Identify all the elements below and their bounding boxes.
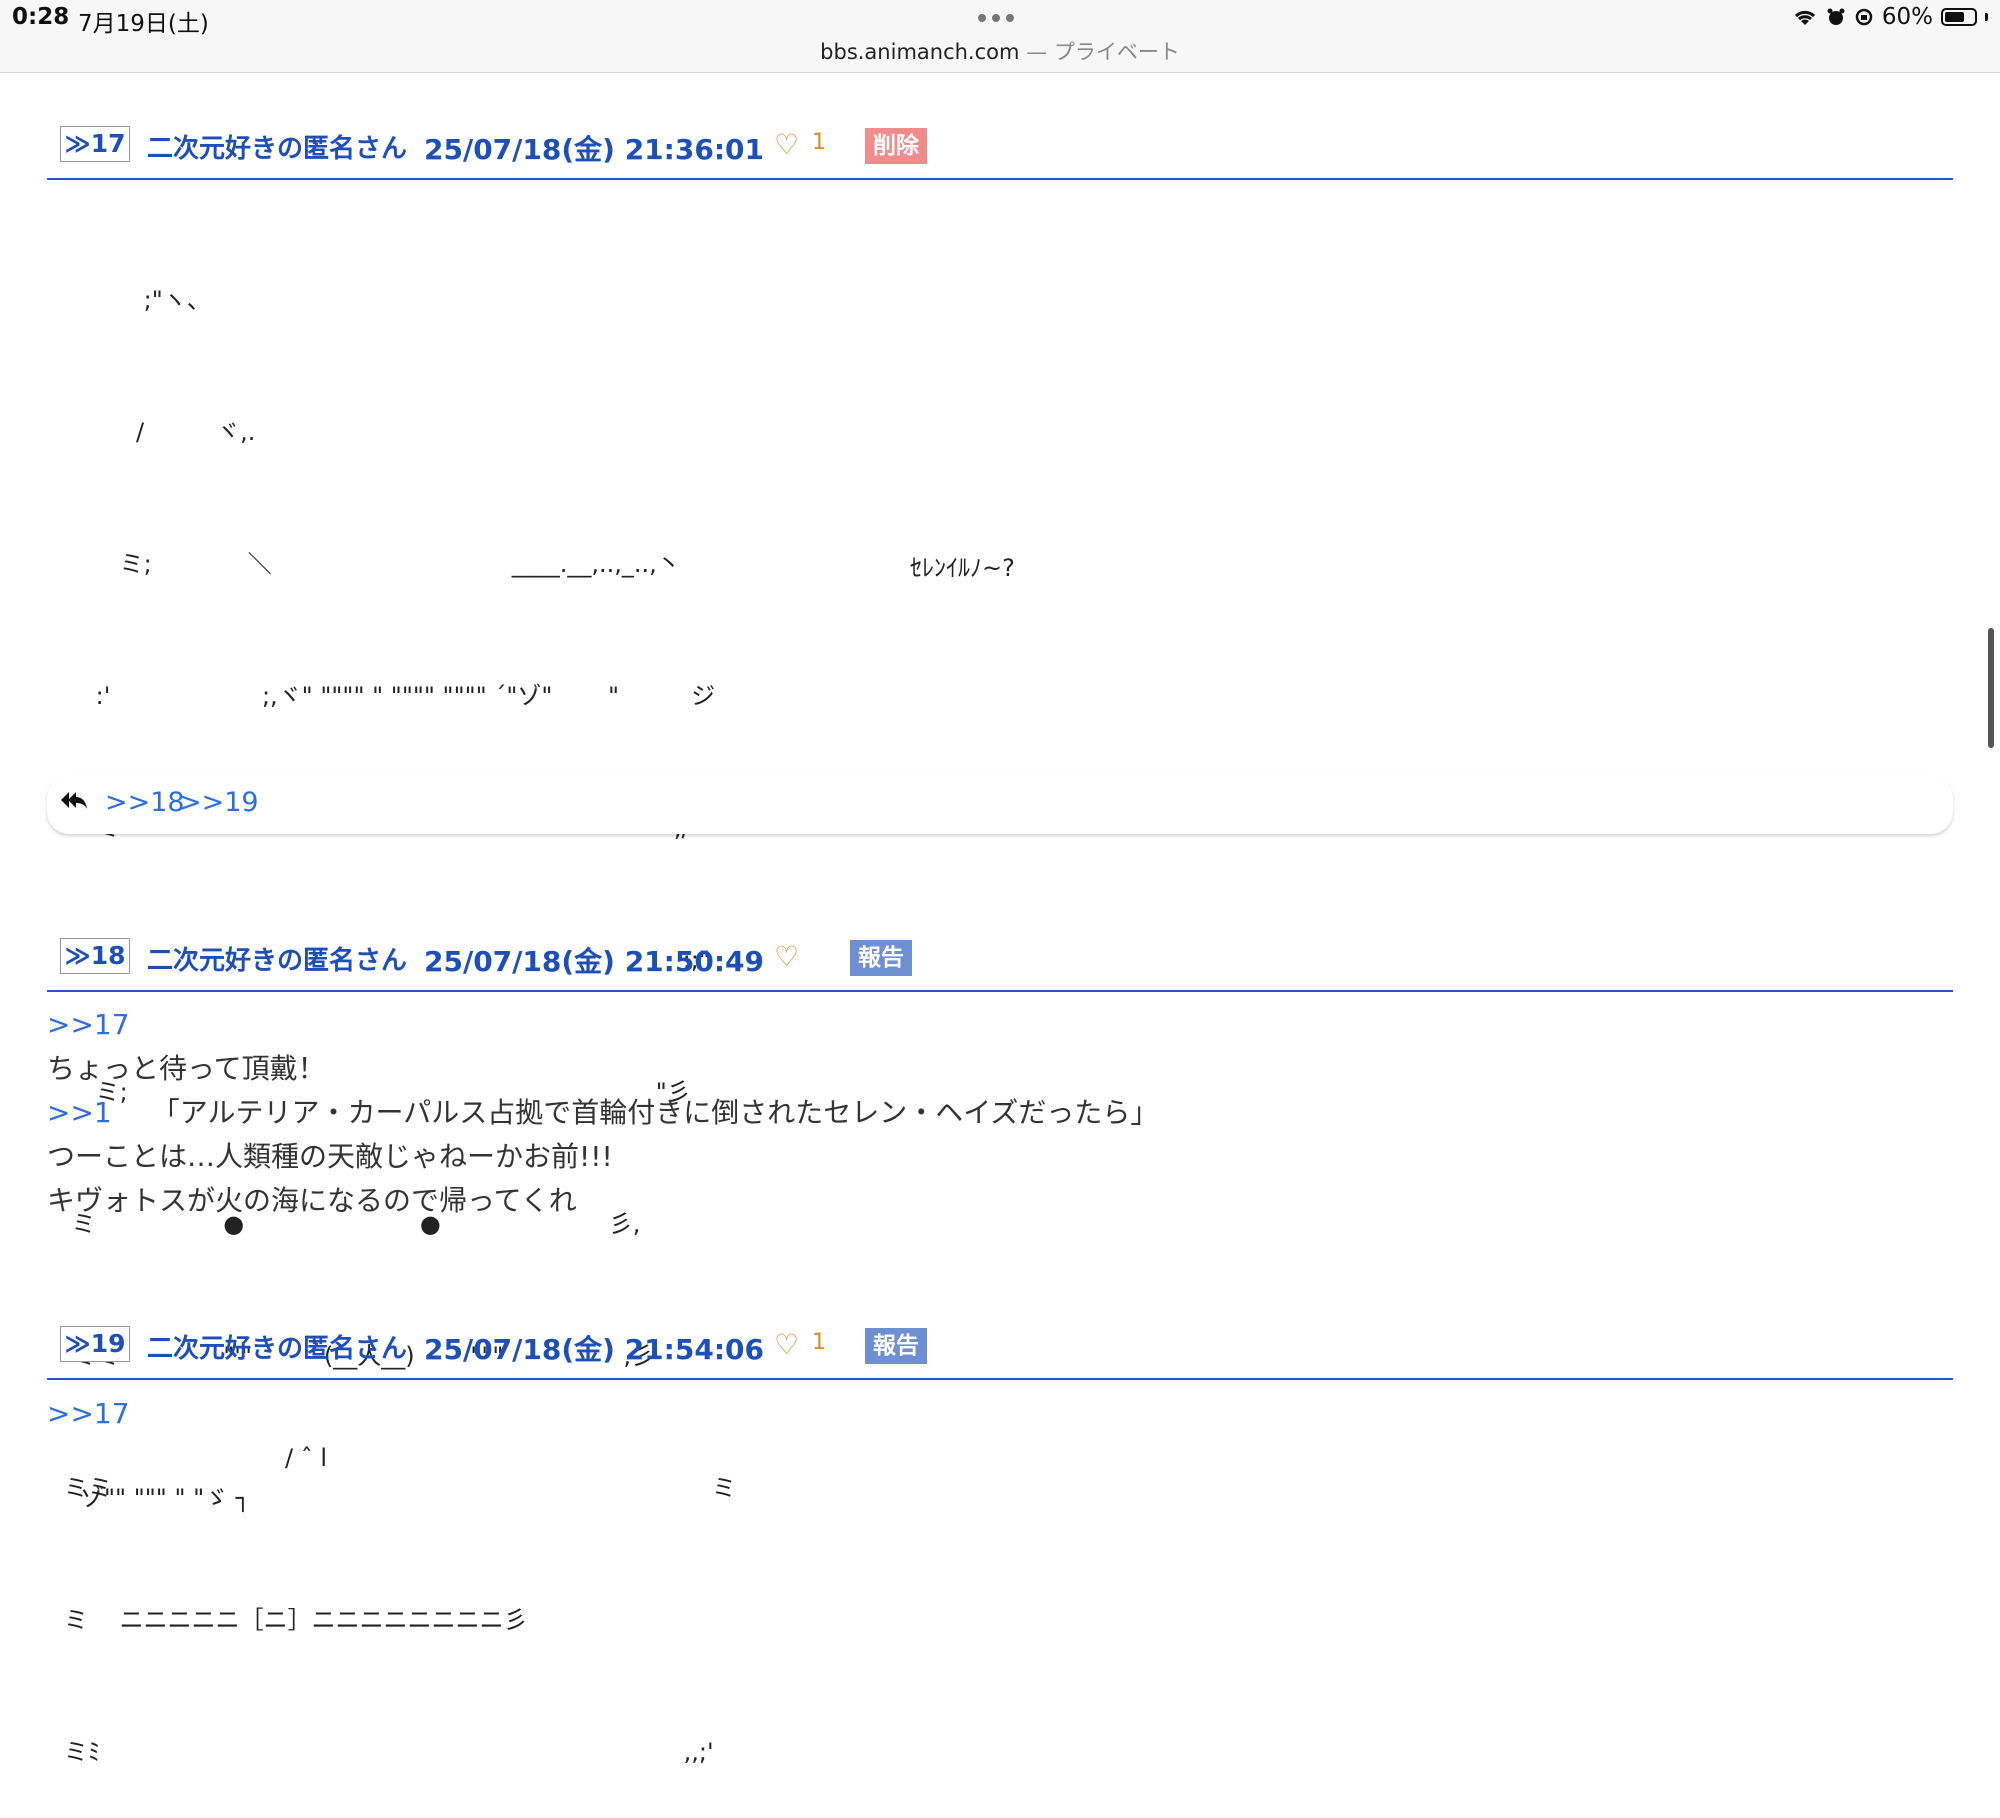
aa-line: :' ;,ヾ" """" " """" """" ´"ゾ" " ジ bbox=[64, 682, 716, 710]
more-dots-icon[interactable] bbox=[978, 14, 1014, 22]
aa-line: ミ ニニニニニ［ニ］ニニニニニニニニ彡 bbox=[64, 1606, 528, 1634]
aa-line: ゾ"" """ " "ゞ ┐ bbox=[80, 1484, 251, 1512]
clock: 0:28 bbox=[12, 4, 70, 30]
quote-line: >>1 「アルテリア・カーパルス占拠で首輪付きに倒されたセレン・ヘイズだったら」 bbox=[47, 1091, 1158, 1135]
post-timestamp: 25/07/18(金) 21:36:01 bbox=[424, 133, 764, 166]
delete-button[interactable]: 削除 bbox=[865, 128, 927, 164]
anchor-link[interactable]: >>17 bbox=[47, 1003, 1158, 1047]
reply-link[interactable]: >>19 bbox=[179, 787, 259, 818]
post-number[interactable]: ≫18 bbox=[60, 938, 130, 974]
heart-icon[interactable]: ♡ bbox=[774, 940, 799, 973]
like-count: 1 bbox=[812, 130, 826, 155]
alarm-icon bbox=[1827, 8, 1845, 25]
heart-icon[interactable]: ♡ bbox=[774, 128, 799, 161]
post-body: >>17 bbox=[47, 1392, 130, 1436]
post-header: ≫18 二次元好きの匿名さん 25/07/18(金) 21:50:49 ♡ 報告 bbox=[47, 920, 1953, 992]
battery-tip bbox=[1985, 13, 1988, 21]
post-author: 二次元好きの匿名さん bbox=[147, 134, 408, 164]
heart-icon[interactable]: ♡ bbox=[774, 1328, 799, 1361]
anchor-link[interactable]: >>17 bbox=[47, 1392, 130, 1436]
post-header: ≫19 二次元好きの匿名さん 25/07/18(金) 21:54:06 ♡ 1 … bbox=[47, 1308, 1953, 1380]
battery-icon bbox=[1941, 8, 1977, 26]
aa-line: ミﾐ ,,;' bbox=[64, 1738, 714, 1766]
status-icons: 60% bbox=[1792, 4, 1988, 30]
reply-all-icon bbox=[61, 792, 87, 809]
date: 7月19日(土) bbox=[78, 11, 209, 37]
report-button[interactable]: 報告 bbox=[850, 940, 912, 976]
url-host: bbs.animanch.com bbox=[820, 40, 1020, 64]
quote-text: 「アルテリア・カーパルス占拠で首輪付きに倒されたセレン・ヘイズだったら」 bbox=[151, 1096, 1159, 1129]
post-timestamp: 25/07/18(金) 21:50:49 bbox=[424, 945, 764, 978]
address-bar[interactable]: bbs.animanch.com — プライベート bbox=[0, 36, 2000, 66]
body-line: つーことは…人類種の天敵じゃねーかお前!!! bbox=[47, 1140, 613, 1173]
aa-line: / ˆ l bbox=[285, 1444, 328, 1472]
aa-line: ミ; ＼ ____.__,..,_..,丶 bbox=[64, 550, 681, 578]
like-count: 1 bbox=[812, 1330, 826, 1355]
post-number[interactable]: ≫19 bbox=[60, 1326, 130, 1362]
battery-percent: 60% bbox=[1881, 4, 1933, 30]
aa-line: ;"ヽ、 bbox=[64, 286, 211, 314]
post-author: 二次元好きの匿名さん bbox=[147, 946, 408, 976]
replies-bar: >>18 >>19 bbox=[47, 776, 1953, 834]
post-header: ≫17 二次元好きの匿名さん 25/07/18(金) 21:36:01 ♡ 1 … bbox=[47, 108, 1953, 180]
scrollbar[interactable] bbox=[1988, 628, 1994, 748]
wifi-icon bbox=[1794, 10, 1815, 25]
post-number[interactable]: ≫17 bbox=[60, 126, 130, 162]
post-body: >>17 ちょっと待って頂戴！ >>1 「アルテリア・カーパルス占拠で首輪付きに倒… bbox=[47, 1003, 1158, 1223]
anchor-link[interactable]: >>1 bbox=[47, 1096, 112, 1129]
body-line: ちょっと待って頂戴！ bbox=[47, 1052, 326, 1085]
aa-line: / ヾ,. bbox=[64, 418, 256, 446]
post-timestamp: 25/07/18(金) 21:54:06 bbox=[424, 1333, 764, 1366]
report-button[interactable]: 報告 bbox=[865, 1328, 927, 1364]
aa-caption: ｾﾚﾝｲﾙﾉ~? bbox=[910, 554, 1015, 582]
rotation-lock-icon bbox=[1855, 8, 1873, 26]
reply-link[interactable]: >>18 bbox=[105, 787, 185, 818]
post-author: 二次元好きの匿名さん bbox=[147, 1334, 408, 1364]
private-label: — プライベート bbox=[1019, 40, 1180, 64]
status-bar: 0:28 7月19日(土) bbs.animanch.com — プライベート … bbox=[0, 0, 2000, 73]
body-line: キヴォトスが火の海になるので帰ってくれ bbox=[47, 1184, 577, 1217]
